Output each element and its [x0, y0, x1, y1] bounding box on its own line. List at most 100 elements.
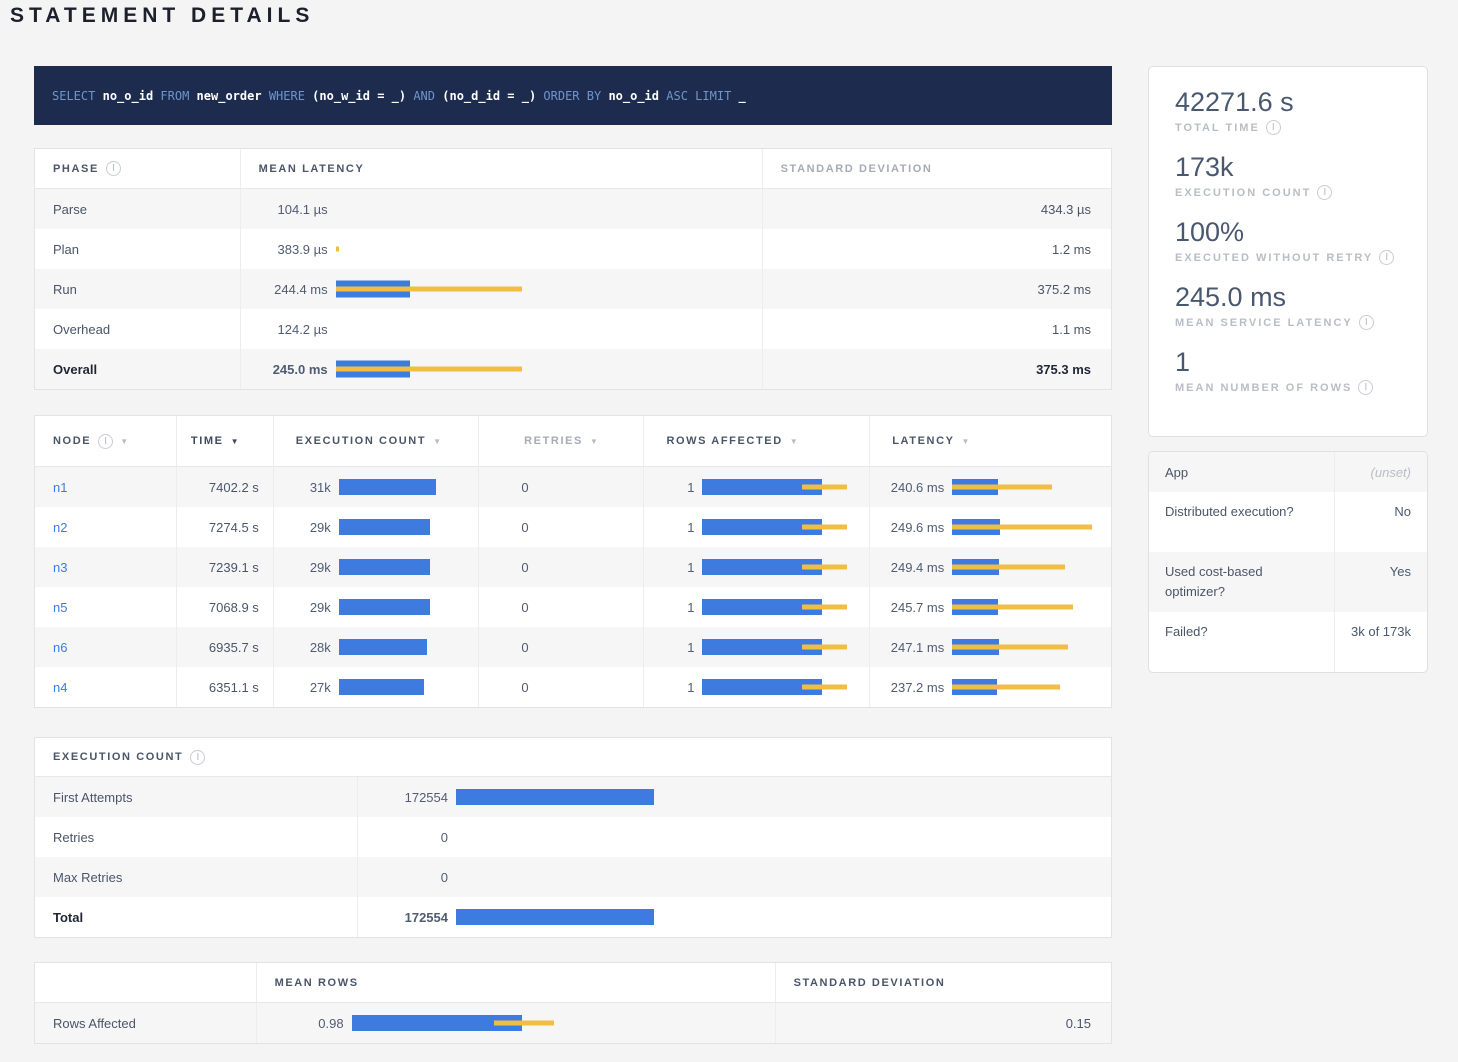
table-row: Max Retries 0 — [35, 857, 1111, 897]
node-stats-table: Node Time Execution Count Retries Rows A… — [34, 415, 1112, 708]
table-row: Parse 104.1 µs 434.3 µs — [35, 189, 1111, 229]
latency-value: 237.2 ms — [882, 680, 944, 695]
rows-affected-value: 1 — [656, 600, 694, 615]
table-row: n2 7274.5 s 29k 0 1 249.6 ms — [35, 507, 1111, 547]
sort-desc-icon[interactable] — [433, 437, 441, 446]
mean-latency-value: 245.0 ms — [255, 362, 328, 377]
info-icon[interactable] — [106, 161, 121, 176]
std-dev-value: 375.3 ms — [763, 349, 1111, 389]
sort-desc-icon[interactable] — [962, 437, 970, 446]
mean-latency-value: 244.4 ms — [255, 282, 328, 297]
sort-desc-icon[interactable] — [120, 437, 128, 446]
execution-count-header: Execution Count — [35, 738, 1111, 776]
rows-affected-value: 1 — [656, 640, 694, 655]
page-title: STATEMENT DETAILS — [10, 4, 314, 28]
table-row: n4 6351.1 s 27k 0 1 237.2 ms — [35, 667, 1111, 707]
detail-row-distributed: Distributed execution? No — [1149, 492, 1427, 552]
summary-stats-card: 42271.6 s Total Time 173k Execution Coun… — [1148, 66, 1428, 437]
std-dev-header: Standard Deviation — [763, 149, 1111, 188]
phase-label: Plan — [35, 229, 241, 269]
info-icon[interactable] — [190, 750, 205, 765]
sort-desc-icon[interactable] — [590, 437, 598, 446]
exec-row-value: 0 — [370, 830, 448, 845]
table-row: Retries 0 — [35, 817, 1111, 857]
info-icon[interactable] — [1359, 315, 1374, 330]
rows-affected-value: 1 — [656, 520, 694, 535]
retries-value: 0 — [491, 600, 529, 615]
table-row: n1 7402.2 s 31k 0 1 240.6 ms — [35, 467, 1111, 507]
rows-affected-value: 1 — [656, 560, 694, 575]
info-icon[interactable] — [1317, 185, 1332, 200]
rows-affected-column-header[interactable]: Rows Affected — [644, 416, 870, 466]
table-row: Overhead 124.2 µs 1.1 ms — [35, 309, 1111, 349]
node-link[interactable]: n2 — [35, 520, 67, 535]
latency-bar — [336, 238, 762, 260]
time-column-header[interactable]: Time — [177, 416, 274, 466]
table-row: Total 172554 — [35, 897, 1111, 937]
execution-count-column-header[interactable]: Execution Count — [274, 416, 479, 466]
std-dev-header: Standard Deviation — [776, 963, 1111, 1002]
phase-latency-table: Phase Mean Latency Standard Deviation Pa… — [34, 148, 1112, 390]
std-dev-value: 1.2 ms — [763, 229, 1111, 269]
rows-affected-table: Mean Rows Standard Deviation Rows Affect… — [34, 962, 1112, 1044]
latency-bar — [336, 358, 762, 380]
stat-executed-without-retry: 100% Executed Without Retry — [1175, 217, 1407, 265]
retries-value: 0 — [491, 640, 529, 655]
node-link[interactable]: n6 — [35, 640, 67, 655]
exec-row-value: 172554 — [370, 910, 448, 925]
latency-bar — [336, 198, 762, 220]
retries-value: 0 — [491, 520, 529, 535]
exec-row-value: 0 — [370, 870, 448, 885]
latency-value: 249.6 ms — [882, 520, 944, 535]
stat-total-time: 42271.6 s Total Time — [1175, 87, 1407, 135]
std-dev-value: 0.15 — [776, 1003, 1111, 1043]
retries-value: 0 — [491, 480, 529, 495]
time-value: 7239.1 s — [177, 547, 274, 587]
table-row: Rows Affected 0.98 0.15 — [35, 1003, 1111, 1043]
mean-rows-header: Mean Rows — [257, 963, 776, 1002]
exec-count-value: 28k — [286, 640, 331, 655]
mean-latency-value: 104.1 µs — [255, 202, 328, 217]
latency-value: 249.4 ms — [882, 560, 944, 575]
table-row: n6 6935.7 s 28k 0 1 247.1 ms — [35, 627, 1111, 667]
std-dev-value: 434.3 µs — [763, 189, 1111, 229]
execution-count-table: Execution Count First Attempts 172554 Re… — [34, 737, 1112, 938]
time-value: 7274.5 s — [177, 507, 274, 547]
info-icon[interactable] — [1266, 120, 1281, 135]
node-link[interactable]: n3 — [35, 560, 67, 575]
phase-label: Parse — [35, 189, 241, 229]
retries-column-header[interactable]: Retries — [479, 416, 645, 466]
exec-row-label: Max Retries — [35, 857, 358, 897]
latency-bar — [336, 318, 762, 340]
phase-header: Phase — [35, 149, 241, 188]
time-value: 6935.7 s — [177, 627, 274, 667]
phase-label: Overall — [35, 349, 241, 389]
info-icon[interactable] — [1379, 250, 1394, 265]
exec-count-value: 29k — [286, 520, 331, 535]
node-column-header[interactable]: Node — [35, 416, 177, 466]
stat-mean-service-latency: 245.0 ms Mean Service Latency — [1175, 282, 1407, 330]
table-row: Overall 245.0 ms 375.3 ms — [35, 349, 1111, 389]
latency-column-header[interactable]: Latency — [870, 416, 1111, 466]
exec-row-value: 172554 — [370, 790, 448, 805]
latency-value: 245.7 ms — [882, 600, 944, 615]
latency-value: 240.6 ms — [882, 480, 944, 495]
detail-row-app: App (unset) — [1149, 452, 1427, 492]
phase-label: Run — [35, 269, 241, 309]
rows-affected-label: Rows Affected — [35, 1003, 257, 1043]
node-link[interactable]: n5 — [35, 600, 67, 615]
sort-desc-icon[interactable] — [231, 437, 239, 446]
info-icon[interactable] — [1358, 380, 1373, 395]
table-row: Run 244.4 ms 375.2 ms — [35, 269, 1111, 309]
sort-desc-icon[interactable] — [790, 437, 798, 446]
info-icon[interactable] — [98, 434, 113, 449]
stat-execution-count: 173k Execution Count — [1175, 152, 1407, 200]
exec-row-label: First Attempts — [35, 777, 358, 817]
node-link[interactable]: n1 — [35, 480, 67, 495]
mean-latency-value: 383.9 µs — [255, 242, 328, 257]
node-link[interactable]: n4 — [35, 680, 67, 695]
sql-statement-bar: SELECT no_o_id FROM new_order WHERE (no_… — [34, 66, 1112, 125]
mean-rows-value: 0.98 — [269, 1016, 344, 1031]
exec-row-label: Total — [35, 897, 358, 937]
exec-count-value: 29k — [286, 600, 331, 615]
